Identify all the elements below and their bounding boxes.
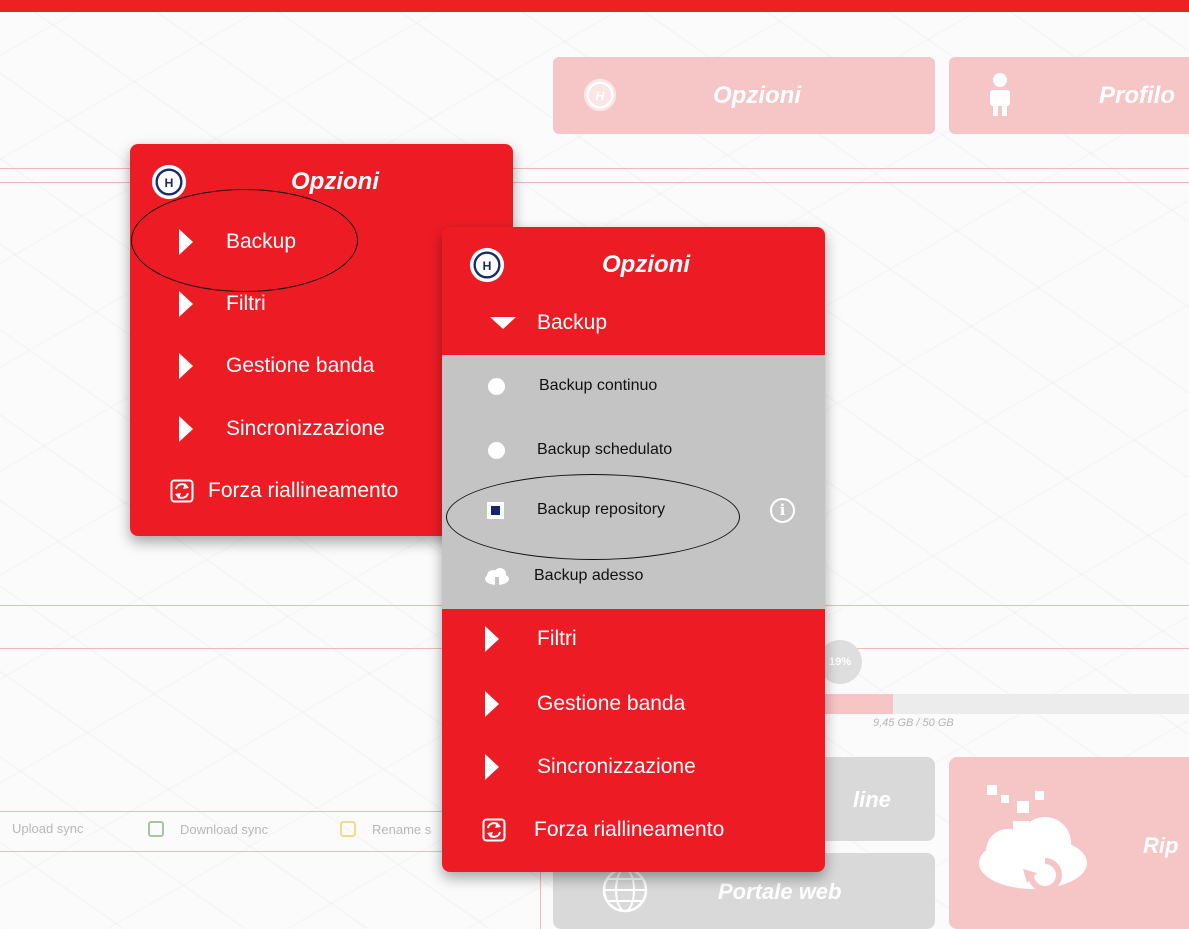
legend-upload-sync: Upload sync <box>12 821 84 836</box>
legend-rename-label: Rename s <box>372 821 432 837</box>
logo-icon: H <box>151 164 187 200</box>
option-backup-scheduled[interactable]: Backup schedulato <box>442 432 825 468</box>
menu-item-label: Forza riallineamento <box>534 818 725 841</box>
triangle-right-icon <box>179 291 193 317</box>
info-icon[interactable]: i <box>770 497 795 523</box>
menu-item-label: Forza riallineamento <box>208 479 399 502</box>
options-button[interactable]: H Opzioni <box>553 57 935 134</box>
svg-text:H: H <box>483 259 492 273</box>
annotation-ellipse-backup <box>131 189 358 292</box>
online-tile-label: line <box>853 787 891 812</box>
menu-item-label: Sincronizzazione <box>226 417 385 440</box>
options-logo-icon: H <box>583 78 617 112</box>
triangle-right-icon <box>485 626 499 652</box>
cloud-icon <box>485 568 509 585</box>
triangle-right-icon <box>179 353 193 379</box>
triangle-right-icon <box>179 416 193 442</box>
menu-title: Opzioni <box>291 168 379 195</box>
option-backup-continuous[interactable]: Backup continuo <box>442 368 825 404</box>
logo-icon: H <box>469 247 505 283</box>
radio-icon[interactable] <box>488 441 505 459</box>
yellow-box-icon <box>340 821 356 837</box>
svg-text:H: H <box>596 89 606 103</box>
refresh-icon <box>482 818 506 842</box>
menu-title: Opzioni <box>602 251 690 278</box>
triangle-right-icon <box>485 691 499 717</box>
annotation-ellipse-backup-repository <box>446 474 740 560</box>
menu-item-sync[interactable]: Sincronizzazione <box>442 747 825 787</box>
restore-tile-label: Rip <box>1143 833 1179 858</box>
triangle-down-icon <box>490 317 516 329</box>
menu-item-filters[interactable]: Filtri <box>442 619 825 659</box>
globe-icon <box>602 867 648 913</box>
options-button-label: Opzioni <box>713 81 801 109</box>
profile-button[interactable]: Profilo <box>949 57 1189 134</box>
radio-icon[interactable] <box>488 377 505 395</box>
storage-progress-bar <box>823 694 1189 714</box>
menu-item-label: Gestione banda <box>537 692 686 715</box>
cloud-restore-icon <box>979 785 1087 892</box>
menu-item-backup-expanded[interactable]: Backup <box>442 303 825 343</box>
top-brand-bar <box>0 0 1189 12</box>
option-backup-now[interactable]: Backup adesso <box>442 558 825 594</box>
option-label: Backup continuo <box>539 377 658 394</box>
refresh-icon <box>170 479 194 503</box>
menu-item-label: Sincronizzazione <box>537 755 696 778</box>
restore-tile[interactable]: Rip <box>949 757 1189 929</box>
storage-progress-fill <box>823 694 893 714</box>
menu-header: H Opzioni <box>442 245 825 285</box>
option-label: Backup schedulato <box>537 441 673 458</box>
profile-button-label: Profilo <box>1099 81 1175 109</box>
legend-upload-label: Upload sync <box>12 821 84 836</box>
web-portal-tile-label: Portale web <box>718 879 842 904</box>
menu-item-force-realign[interactable]: Forza riallineamento <box>442 810 825 850</box>
menu-item-label: Filtri <box>226 292 266 315</box>
triangle-right-icon <box>485 754 499 780</box>
legend-download-sync: Download sync <box>148 821 268 837</box>
option-label: Backup adesso <box>534 567 644 584</box>
svg-text:H: H <box>165 176 174 190</box>
menu-item-label: Backup <box>537 311 608 334</box>
storage-usage-text: 9,45 GB / 50 GB <box>873 717 954 729</box>
legend-rename: Rename s <box>340 821 431 837</box>
menu-item-label: Filtri <box>537 627 577 650</box>
legend-download-label: Download sync <box>180 821 269 837</box>
menu-item-label: Gestione banda <box>226 354 375 377</box>
menu-item-bandwidth[interactable]: Gestione banda <box>442 684 825 724</box>
green-box-icon <box>148 821 164 837</box>
user-icon <box>990 73 1010 116</box>
